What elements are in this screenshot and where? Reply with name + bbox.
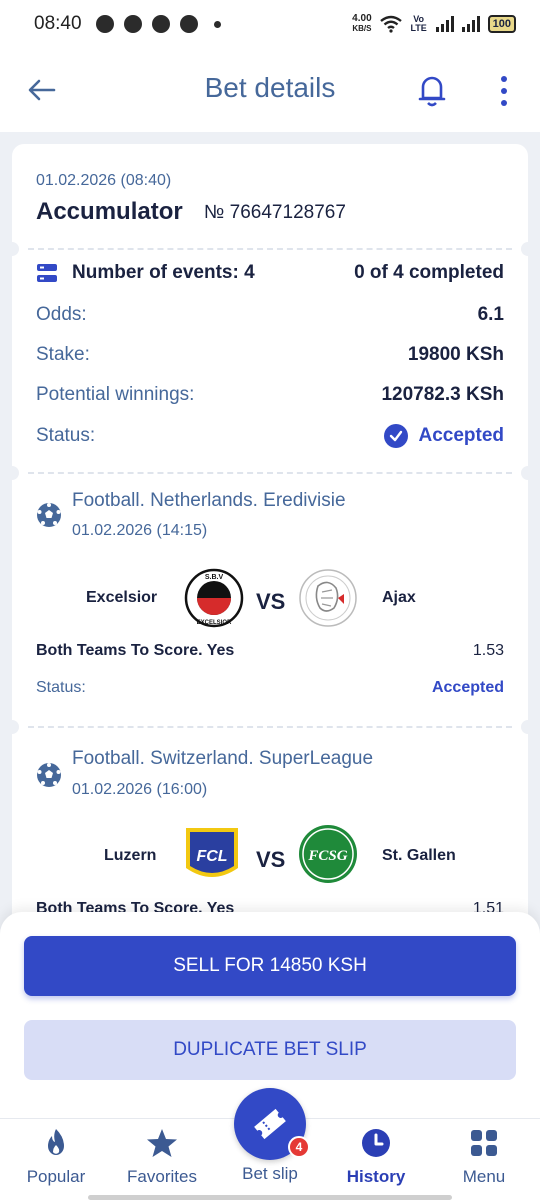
odds-label: Odds: <box>36 304 87 325</box>
telegram-icon <box>95 15 114 33</box>
vs-label: VS <box>256 589 286 614</box>
ticket-icon <box>254 1108 286 1140</box>
ticket-notch <box>12 466 19 480</box>
events-completed: 0 of 4 completed <box>354 262 504 283</box>
stake-value: 19800 KSh <box>407 344 504 365</box>
nav-popular[interactable]: Popular <box>6 1127 106 1187</box>
events-list-icon <box>37 264 57 282</box>
event-date: 01.02.2026 (14:15) <box>72 522 208 539</box>
status-label: Status: <box>36 425 96 446</box>
divider <box>28 248 512 250</box>
more-vertical-icon[interactable] <box>494 74 514 108</box>
flame-icon <box>48 1129 64 1155</box>
net-speed: 4.00 KB/S <box>352 13 372 34</box>
event-market: Both Teams To Score. Yes <box>36 642 235 659</box>
notification-icons <box>95 15 221 33</box>
system-icons: 4.00 KB/S Vo LTE 100 <box>352 14 516 34</box>
nav-bet-slip[interactable]: Bet slip <box>220 1164 320 1184</box>
winnings-row: Potential winnings: 120782.3 KSh <box>36 384 504 406</box>
stake-label: Stake: <box>36 344 90 365</box>
whatsapp-icon <box>151 15 170 33</box>
chat-icon <box>179 15 198 33</box>
svg-text:FCSG: FCSG <box>307 848 347 864</box>
event-status-value: Accepted <box>431 679 504 696</box>
wifi-icon <box>379 15 402 33</box>
whatsapp-icon <box>123 15 142 33</box>
grid-icon <box>471 1130 497 1156</box>
stake-row: Stake: 19800 KSh <box>36 344 504 366</box>
status-value: Accepted <box>384 424 504 448</box>
vs-label: VS <box>256 847 286 872</box>
signal-icon <box>461 16 480 32</box>
luzern-logo: FCL <box>186 828 238 877</box>
svg-text:S.B.V: S.B.V <box>205 574 224 581</box>
ticket-notch <box>12 720 19 734</box>
bet-slip-count-badge: 4 <box>288 1136 310 1158</box>
st-gallen-logo: FCSG <box>299 825 357 883</box>
clock-icon <box>362 1129 390 1157</box>
ticket-notch <box>521 242 528 256</box>
events-row: Number of events: 4 0 of 4 completed <box>36 262 504 284</box>
event-league: Football. Switzerland. SuperLeague <box>72 748 374 769</box>
divider <box>28 726 512 728</box>
home-team: Luzern <box>104 847 157 864</box>
away-team: St. Gallen <box>382 847 456 864</box>
bell-icon[interactable] <box>416 72 448 108</box>
svg-text:EXCELSIOR: EXCELSIOR <box>197 620 232 626</box>
winnings-label: Potential winnings: <box>36 384 195 405</box>
nav-favorites[interactable]: Favorites <box>112 1127 212 1187</box>
sell-button[interactable]: SELL FOR 14850 KSH <box>24 936 516 996</box>
volte-label: Vo LTE <box>410 14 427 33</box>
bet-number: № 76647128767 <box>204 202 346 223</box>
events-count: Number of events: 4 <box>72 262 255 283</box>
svg-text:FCL: FCL <box>196 848 227 865</box>
status-row: Status: Accepted <box>36 424 504 448</box>
battery-icon: 100 <box>487 15 516 33</box>
dot-icon <box>213 20 221 28</box>
football-icon <box>37 503 61 527</box>
ticket-notch <box>521 720 528 734</box>
bet-date: 01.02.2026 (08:40) <box>36 172 172 189</box>
event-date: 01.02.2026 (16:00) <box>72 781 208 798</box>
home-team: Excelsior <box>86 589 158 606</box>
odds-value: 6.1 <box>477 304 504 325</box>
page-title: Bet details <box>204 72 336 103</box>
status-time: 08:40 <box>34 13 82 34</box>
football-icon <box>37 763 61 787</box>
nav-menu[interactable]: Menu <box>434 1127 534 1187</box>
home-indicator <box>88 1195 452 1200</box>
nav-history[interactable]: History <box>326 1127 426 1187</box>
event-odds: 1.53 <box>472 642 504 659</box>
ajax-logo <box>299 569 357 627</box>
odds-row: Odds: 6.1 <box>36 304 504 326</box>
divider <box>28 472 512 474</box>
winnings-value: 120782.3 KSh <box>381 384 504 405</box>
event-league: Football. Netherlands. Eredivisie <box>72 490 346 511</box>
app-header: Bet details <box>0 48 540 132</box>
event-status-label: Status: <box>36 679 86 696</box>
star-icon <box>147 1129 177 1157</box>
signal-icon <box>435 16 454 32</box>
ticket-notch <box>521 466 528 480</box>
status-bar: 08:40 4.00 KB/S Vo LTE 100 <box>0 0 540 48</box>
duplicate-bet-slip-button[interactable]: DUPLICATE BET SLIP <box>24 1020 516 1080</box>
ticket-notch <box>12 242 19 256</box>
bet-type: Accumulator <box>36 198 183 225</box>
check-circle-icon <box>384 424 409 448</box>
away-team: Ajax <box>382 589 416 606</box>
excelsior-logo: S.B.V EXCELSIOR <box>184 568 244 628</box>
